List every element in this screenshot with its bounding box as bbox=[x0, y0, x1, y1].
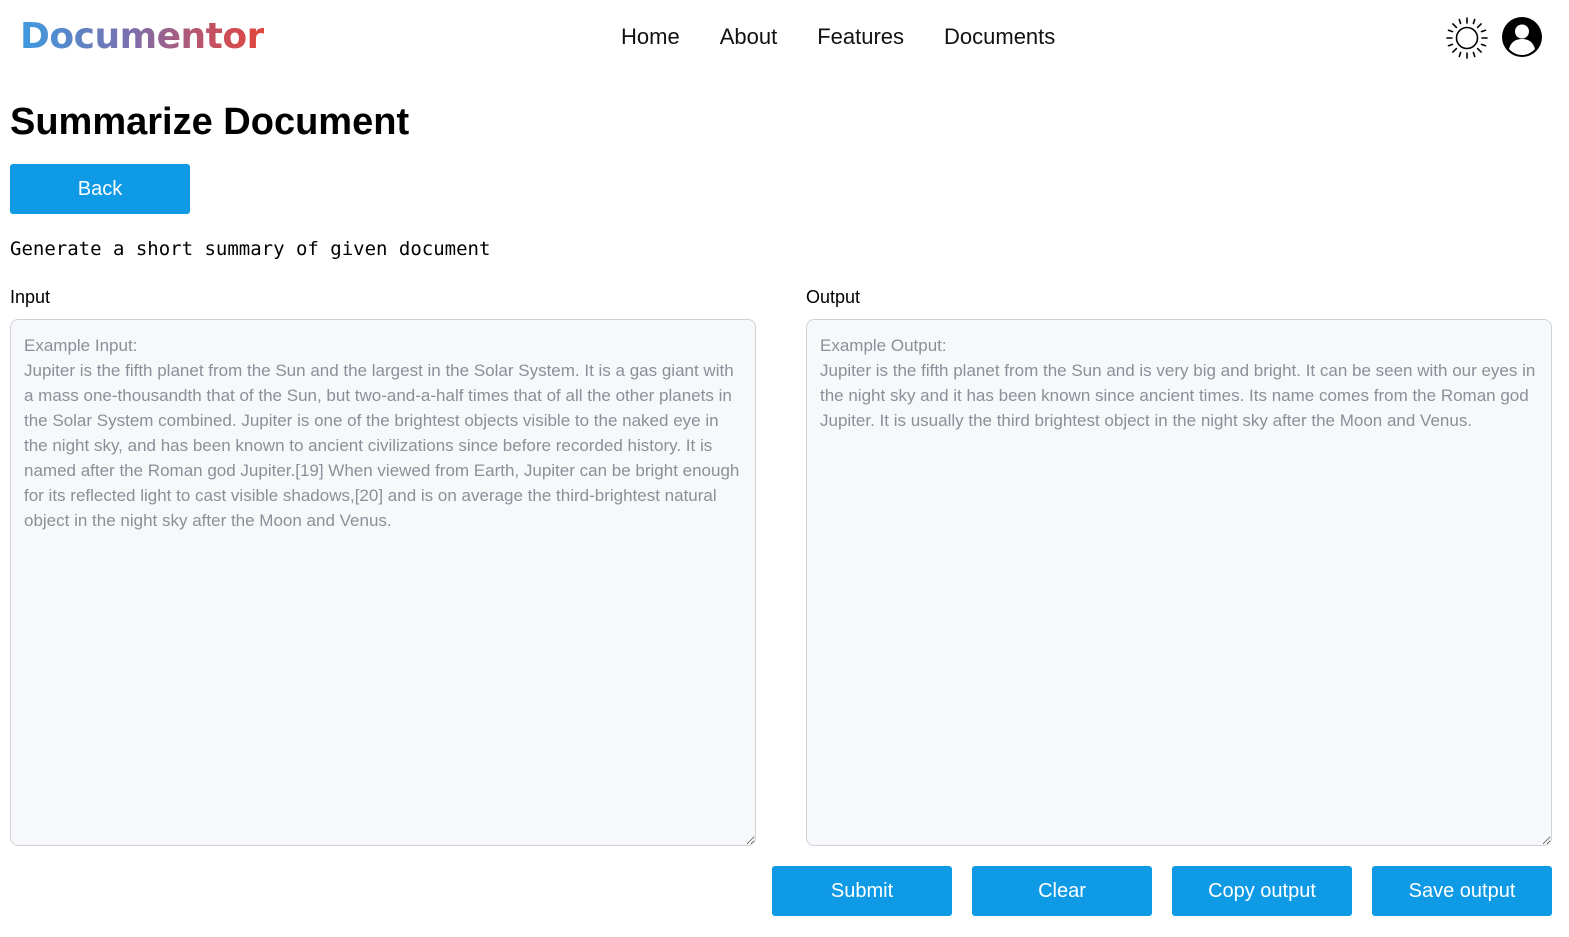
output-textarea[interactable] bbox=[806, 319, 1552, 846]
save-output-button[interactable]: Save output bbox=[1372, 866, 1552, 916]
clear-button[interactable]: Clear bbox=[972, 866, 1152, 916]
output-label: Output bbox=[806, 287, 861, 307]
nav-link-about[interactable]: About bbox=[720, 22, 778, 52]
input-label: Input bbox=[10, 287, 51, 307]
navbar: Documentor Home About Features Documents bbox=[0, 0, 1569, 76]
page-title: Summarize Document bbox=[10, 101, 410, 143]
brand-logo[interactable]: Documentor bbox=[20, 14, 264, 60]
nav-link-features[interactable]: Features bbox=[817, 22, 904, 52]
input-textarea[interactable] bbox=[10, 319, 756, 846]
submit-button[interactable]: Submit bbox=[772, 866, 952, 916]
main-nav: Home About Features Documents bbox=[621, 22, 1055, 52]
copy-output-button[interactable]: Copy output bbox=[1172, 866, 1352, 916]
back-button[interactable]: Back bbox=[10, 164, 190, 214]
nav-link-documents[interactable]: Documents bbox=[944, 22, 1055, 52]
sun-icon[interactable] bbox=[1445, 16, 1489, 60]
user-avatar-icon[interactable] bbox=[1501, 16, 1543, 58]
nav-link-home[interactable]: Home bbox=[621, 22, 680, 52]
page-description: Generate a short summary of given docume… bbox=[10, 238, 491, 260]
